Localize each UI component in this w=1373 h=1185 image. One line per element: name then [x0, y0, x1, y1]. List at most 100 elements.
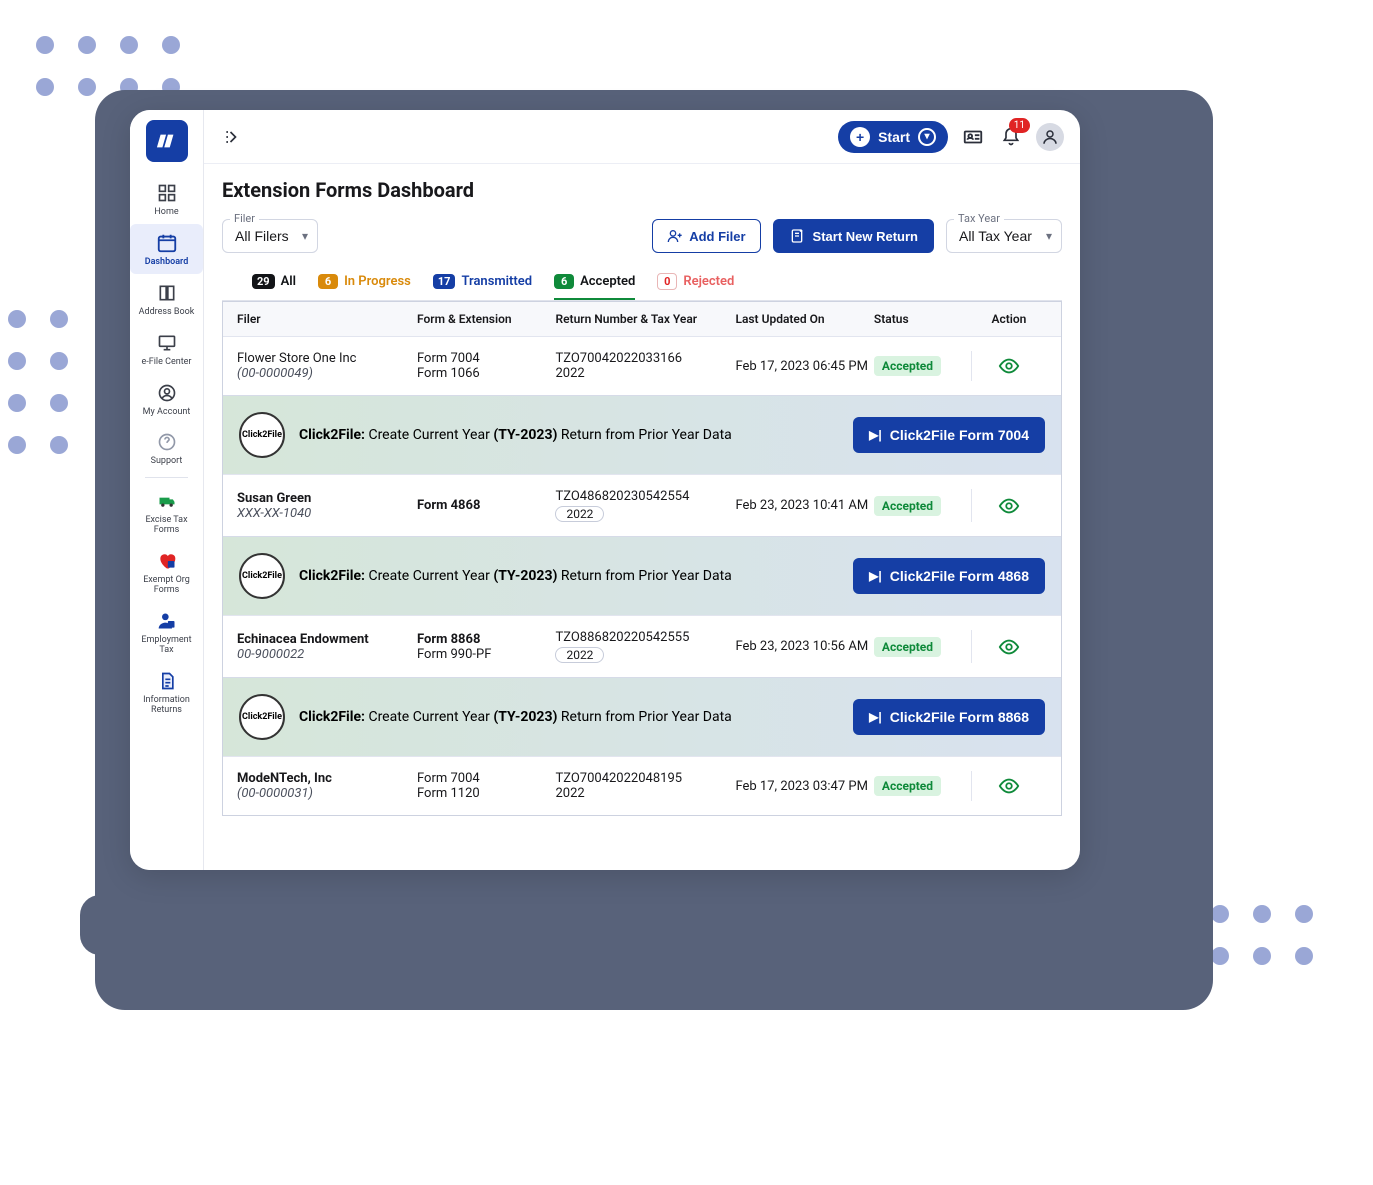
document-icon [154, 668, 180, 694]
sidebar-item-address-book[interactable]: Address Book [130, 274, 203, 324]
sidebar-item-efile-center[interactable]: e-File Center [130, 324, 203, 374]
sidebar-item-dashboard[interactable]: Dashboard [130, 224, 203, 274]
sidebar-item-label: Dashboard [145, 258, 189, 268]
collapse-sidebar-icon[interactable] [220, 124, 246, 150]
start-new-label: Start New Return [813, 229, 918, 244]
cell-form: Form 7004Form 1120 [417, 771, 555, 801]
click2file-button[interactable]: ▶|Click2File Form 7004 [853, 417, 1045, 453]
view-icon[interactable] [998, 495, 1020, 517]
filer-field: Filer All Filers [222, 212, 318, 253]
calendar-icon [154, 230, 180, 256]
sidebar-item-exempt-org[interactable]: Exempt Org Forms [130, 542, 203, 602]
heart-icon [154, 548, 180, 574]
sidebar-item-support[interactable]: Support [130, 423, 203, 473]
cell-action [971, 351, 1047, 381]
decorative-dots [8, 310, 68, 454]
start-new-return-button[interactable]: Start New Return [773, 219, 934, 253]
table-row: ModeNTech, Inc(00-0000031) Form 7004Form… [223, 756, 1061, 815]
table-row: Echinacea Endowment00-9000022 Form 8868F… [223, 615, 1061, 677]
tab-all[interactable]: 29All [252, 273, 296, 300]
chevron-down-icon: ▾ [918, 128, 936, 146]
taxyear-label: Tax Year [954, 212, 1004, 225]
click2file-text: Click2File: Create Current Year (TY-2023… [299, 568, 839, 584]
returns-table: Filer Form & Extension Return Number & T… [222, 301, 1062, 816]
table-header: Filer Form & Extension Return Number & T… [223, 301, 1061, 336]
cell-return: TZO700420220481952022 [555, 771, 735, 801]
app-frame: Home Dashboard Address Book e-File Cente… [130, 110, 1080, 870]
sidebar-item-excise-tax[interactable]: Excise Tax Forms [130, 482, 203, 542]
click2file-banner: Click2File Click2File: Create Current Ye… [223, 395, 1061, 474]
sidebar-item-label: Home [154, 208, 178, 218]
form-plus-icon [789, 228, 805, 244]
cell-form: Form 7004Form 1066 [417, 351, 555, 381]
sidebar: Home Dashboard Address Book e-File Cente… [130, 110, 204, 870]
click2file-banner: Click2File Click2File: Create Current Ye… [223, 677, 1061, 756]
cell-status: Accepted [874, 496, 971, 516]
cell-filer: Flower Store One Inc(00-0000049) [237, 351, 417, 381]
page-title: Extension Forms Dashboard [222, 178, 1062, 202]
controls-row: Filer All Filers Add Filer Start New Ret… [222, 212, 1062, 253]
sidebar-item-information-returns[interactable]: Information Returns [130, 662, 203, 722]
tab-accepted[interactable]: 6Accepted [554, 273, 635, 300]
taxyear-field: Tax Year All Tax Year [946, 212, 1062, 253]
cell-return: TZO4868202305425542022 [555, 489, 735, 522]
sidebar-item-label: Information Returns [134, 696, 199, 716]
col-form: Form & Extension [417, 312, 555, 326]
tab-transmitted[interactable]: 17Transmitted [433, 273, 532, 300]
sidebar-item-employment-tax[interactable]: Employment Tax [130, 602, 203, 662]
plus-icon: + [850, 127, 870, 147]
col-return: Return Number & Tax Year [555, 312, 735, 326]
start-button[interactable]: + Start ▾ [838, 121, 948, 153]
cell-updated: Feb 17, 2023 06:45 PM [735, 359, 873, 374]
monitor-icon [154, 330, 180, 356]
sidebar-item-label: Address Book [139, 308, 195, 318]
sidebar-item-home[interactable]: Home [130, 174, 203, 224]
cell-form: Form 8868Form 990-PF [417, 632, 555, 662]
click2file-seal-icon: Click2File [239, 553, 285, 599]
cell-status: Accepted [874, 776, 971, 796]
sidebar-item-label: My Account [143, 408, 191, 418]
notification-badge: 11 [1009, 118, 1030, 133]
user-circle-icon [154, 380, 180, 406]
user-plus-icon [667, 228, 683, 244]
view-icon[interactable] [998, 775, 1020, 797]
profile-avatar[interactable] [1036, 123, 1064, 151]
frame-shadow-bar [80, 895, 1203, 955]
tab-rejected[interactable]: 0Rejected [657, 273, 734, 300]
add-filer-label: Add Filer [689, 229, 745, 244]
add-filer-button[interactable]: Add Filer [652, 219, 760, 253]
sidebar-item-label: Employment Tax [134, 636, 199, 656]
app-logo[interactable] [146, 120, 188, 162]
logo-icon [156, 130, 178, 152]
sidebar-item-label: e-File Center [142, 358, 192, 368]
help-circle-icon [154, 429, 180, 455]
cell-status: Accepted [874, 637, 971, 657]
id-card-icon[interactable] [960, 124, 986, 150]
cell-action [971, 771, 1047, 801]
grid-icon [154, 180, 180, 206]
click2file-button[interactable]: ▶|Click2File Form 8868 [853, 699, 1045, 735]
filer-label: Filer [230, 212, 259, 225]
tab-inprogress[interactable]: 6In Progress [318, 273, 411, 300]
notifications-icon[interactable]: 11 [998, 124, 1024, 150]
cell-form: Form 4868 [417, 498, 555, 513]
person-icon [154, 608, 180, 634]
col-action: Action [971, 312, 1047, 326]
sidebar-item-my-account[interactable]: My Account [130, 374, 203, 424]
cell-action [971, 630, 1047, 663]
content: Extension Forms Dashboard Filer All File… [204, 164, 1080, 816]
click2file-seal-icon: Click2File [239, 694, 285, 740]
cell-filer: ModeNTech, Inc(00-0000031) [237, 771, 417, 801]
cell-return: TZO700420220331662022 [555, 351, 735, 381]
view-icon[interactable] [998, 636, 1020, 658]
cell-filer: Susan GreenXXX-XX-1040 [237, 491, 417, 521]
sidebar-item-label: Support [151, 457, 183, 467]
sidebar-item-label: Exempt Org Forms [134, 576, 199, 596]
click2file-seal-icon: Click2File [239, 412, 285, 458]
view-icon[interactable] [998, 355, 1020, 377]
click2file-button[interactable]: ▶|Click2File Form 4868 [853, 558, 1045, 594]
status-tabs: 29All 6In Progress 17Transmitted 6Accept… [222, 267, 1062, 301]
main-area: + Start ▾ 11 Extension Forms Dashboard F… [204, 110, 1080, 870]
play-icon: ▶| [869, 428, 882, 442]
click2file-banner: Click2File Click2File: Create Current Ye… [223, 536, 1061, 615]
